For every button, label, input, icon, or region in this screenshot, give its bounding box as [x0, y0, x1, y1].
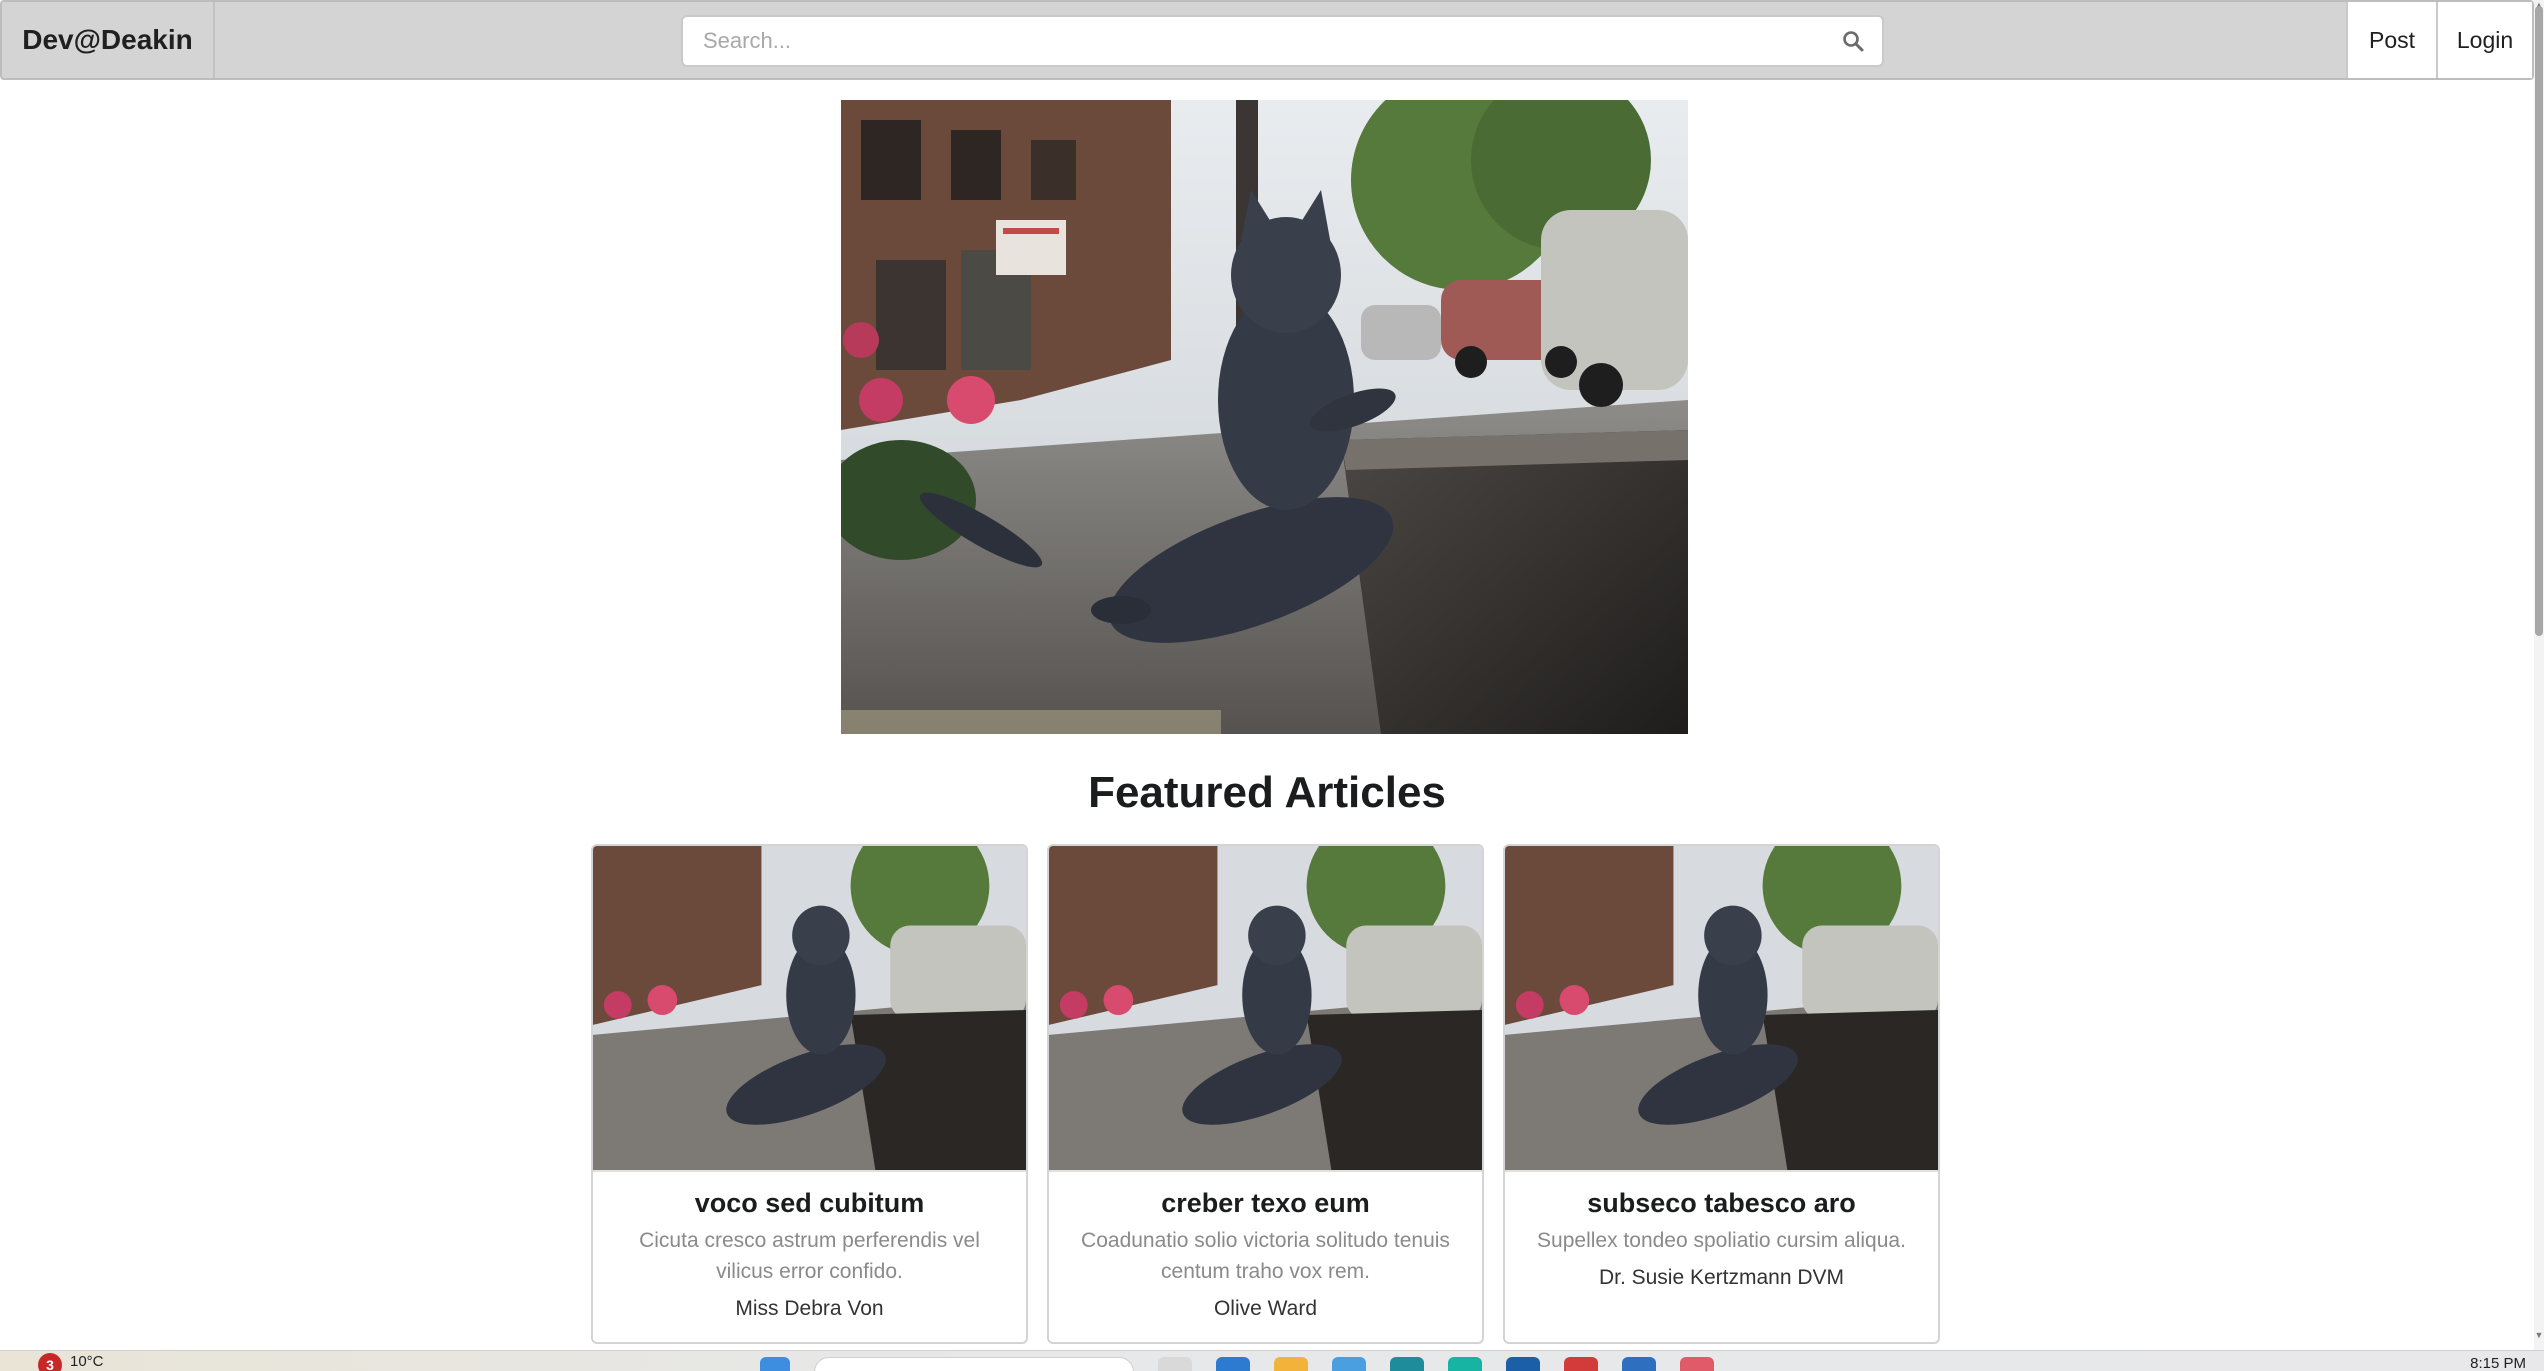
taskbar-clock: 8:15 PM — [2470, 1355, 2526, 1371]
task-view-icon[interactable] — [1158, 1357, 1192, 1371]
brand-logo[interactable]: Dev@Deakin — [2, 2, 215, 78]
weather-temperature: 10°C — [70, 1353, 104, 1370]
card-image — [1505, 846, 1938, 1172]
article-card[interactable]: subseco tabesco aro Supellex tondeo spol… — [1503, 844, 1940, 1344]
featured-articles-heading: Featured Articles — [1088, 768, 1446, 817]
top-menu-bar: Dev@Deakin Post Login — [0, 0, 2534, 80]
card-title[interactable]: subseco tabesco aro — [1523, 1188, 1920, 1219]
card-title[interactable]: voco sed cubitum — [611, 1188, 1008, 1219]
chrome-icon[interactable] — [1564, 1357, 1598, 1371]
edge-icon[interactable] — [1216, 1357, 1250, 1371]
notification-badge: 3 — [38, 1353, 62, 1371]
search-icon[interactable] — [1824, 17, 1882, 65]
cat-statue-photo — [841, 100, 1688, 734]
app-icon[interactable] — [1390, 1357, 1424, 1371]
nav-right-menu: Post Login — [2346, 2, 2532, 78]
file-explorer-icon[interactable] — [1274, 1357, 1308, 1371]
hero-image — [841, 100, 1688, 734]
post-link[interactable]: Post — [2346, 2, 2436, 78]
app-icon[interactable] — [1680, 1357, 1714, 1371]
card-description: Cicuta cresco astrum perferendis vel vil… — [639, 1229, 980, 1283]
app-icon[interactable] — [1448, 1357, 1482, 1371]
login-link[interactable]: Login — [2436, 2, 2532, 78]
app-icon[interactable] — [1622, 1357, 1656, 1371]
card-author: Dr. Susie Kertzmann DVM — [1598, 1266, 1845, 1289]
card-author: Miss Debra Von — [735, 1297, 884, 1320]
taskbar-icons — [760, 1357, 1714, 1371]
weather-widget[interactable]: 3 10°C — [38, 1353, 104, 1371]
card-title[interactable]: creber texo eum — [1067, 1188, 1464, 1219]
card-image — [1049, 846, 1482, 1172]
scrollbar-thumb[interactable] — [2535, 6, 2543, 636]
windows-start-icon[interactable] — [760, 1357, 790, 1371]
os-taskbar: 3 10°C 8:15 PM — [0, 1350, 2544, 1371]
card-description: Supellex tondeo spoliatio cursim aliqua. — [1537, 1229, 1906, 1252]
scroll-down-arrow-icon[interactable]: ▼ — [2534, 1330, 2544, 1340]
article-card[interactable]: voco sed cubitum Cicuta cresco astrum pe… — [591, 844, 1028, 1344]
card-author: Olive Ward — [1213, 1297, 1318, 1320]
search-input[interactable] — [683, 28, 1824, 54]
card-image — [593, 846, 1026, 1172]
article-card[interactable]: creber texo eum Coadunatio solio victori… — [1047, 844, 1484, 1344]
card-description: Coadunatio solio victoria solitudo tenui… — [1081, 1229, 1450, 1283]
store-icon[interactable] — [1332, 1357, 1366, 1371]
taskbar-search-box[interactable] — [814, 1357, 1134, 1371]
app-icon[interactable] — [1506, 1357, 1540, 1371]
search-box — [681, 15, 1884, 67]
page-scrollbar[interactable]: ▲ ▼ — [2534, 0, 2544, 1350]
